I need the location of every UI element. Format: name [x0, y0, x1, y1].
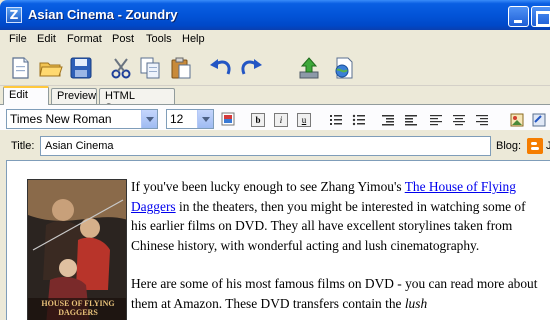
title-label: Title: [11, 140, 35, 152]
indent-icon[interactable] [404, 113, 418, 127]
align-center-icon[interactable] [452, 113, 466, 127]
menu-tools[interactable]: Tools [146, 33, 172, 45]
editor-tabs: Edit Preview HTML Source [0, 86, 550, 114]
chevron-down-icon[interactable] [197, 110, 213, 128]
menu-bar: File Edit Format Post Tools Help [0, 30, 550, 50]
menu-format[interactable]: Format [67, 33, 102, 45]
blog-name-truncated[interactable]: J [546, 140, 550, 152]
menu-help[interactable]: Help [182, 33, 205, 45]
poster-caption: HOUSE OF FLYING DAGGERS [41, 299, 115, 317]
p2-italic-text: lush [404, 295, 428, 311]
title-input[interactable]: Asian Cinema [40, 136, 491, 156]
paste-icon[interactable] [168, 55, 194, 81]
minimize-button[interactable] [508, 6, 529, 27]
italic-button[interactable]: i [274, 113, 288, 127]
blog-label: Blog: [496, 140, 522, 152]
insert-image-icon[interactable] [510, 113, 524, 127]
tab-edit[interactable]: Edit [3, 86, 49, 105]
post-editor[interactable]: HOUSE OF FLYING DAGGERS If you've been l… [6, 160, 550, 320]
maximize-button[interactable] [531, 6, 550, 27]
menu-post[interactable]: Post [112, 33, 134, 45]
post-body[interactable]: If you've been lucky enough to see Zhang… [131, 177, 541, 320]
save-icon[interactable] [68, 55, 94, 81]
insert-link-icon[interactable] [532, 113, 546, 127]
window-title: Asian Cinema - Zoundry [28, 7, 178, 22]
outdent-icon[interactable] [381, 113, 395, 127]
p2-text: Here are some of his most famous films o… [131, 276, 538, 311]
movie-poster-image[interactable]: HOUSE OF FLYING DAGGERS [27, 179, 127, 320]
font-size-value: 12 [170, 112, 184, 126]
font-family-value: Times New Roman [10, 112, 112, 126]
undo-icon[interactable] [208, 55, 234, 81]
align-right-icon[interactable] [475, 113, 489, 127]
post-title-row: Title: Asian Cinema Blog: J [0, 130, 550, 158]
cut-icon[interactable] [108, 55, 134, 81]
underline-button[interactable]: u [297, 113, 311, 127]
font-color-icon[interactable] [221, 112, 235, 126]
p1-text-start: If you've been lucky enough to see Zhang… [131, 179, 405, 194]
open-folder-icon[interactable] [38, 55, 64, 81]
numbered-list-icon[interactable] [329, 113, 343, 127]
tab-preview[interactable]: Preview [51, 88, 97, 104]
title-bar: Z Asian Cinema - Zoundry [0, 0, 550, 30]
zoundry-app-icon[interactable]: Z [6, 7, 22, 23]
menu-edit[interactable]: Edit [37, 33, 56, 45]
publish-icon[interactable] [296, 55, 322, 81]
bold-button[interactable]: b [251, 113, 265, 127]
p1-text-end: in the theaters, then you might be inter… [131, 198, 526, 253]
preview-web-icon[interactable] [331, 55, 357, 81]
formatting-toolbar: Times New Roman 12 b i u [0, 104, 550, 130]
redo-icon[interactable] [238, 55, 264, 81]
paragraph-2: Here are some of his most famous films o… [131, 274, 541, 313]
new-post-icon[interactable] [7, 55, 33, 81]
blogger-icon[interactable] [527, 138, 543, 154]
font-family-select[interactable]: Times New Roman [6, 109, 158, 129]
tab-html-source[interactable]: HTML Source [99, 88, 175, 114]
align-left-icon[interactable] [429, 113, 443, 127]
chevron-down-icon[interactable] [141, 110, 157, 128]
copy-icon[interactable] [137, 55, 163, 81]
font-size-select[interactable]: 12 [166, 109, 214, 129]
paragraph-1: If you've been lucky enough to see Zhang… [131, 177, 541, 255]
bullet-list-icon[interactable] [352, 113, 366, 127]
menu-file[interactable]: File [9, 33, 27, 45]
main-toolbar [0, 50, 550, 86]
